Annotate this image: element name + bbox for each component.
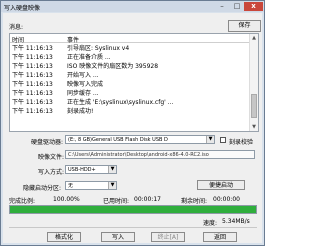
hidden-partition-select[interactable]: 无 ▼ [65, 181, 117, 190]
log-row: 下午 11:16:13 正在准备介质 ... [10, 52, 248, 61]
log-scrollbar[interactable]: ▲ ▼ [249, 34, 258, 131]
drive-select[interactable]: (E:, 8 GB)General USB Flash Disk USB D ▼ [65, 135, 215, 144]
speed-label: 速度: [203, 220, 218, 227]
chevron-down-icon: ▼ [206, 136, 214, 143]
progress-fill [10, 206, 256, 213]
log-time: 下午 11:16:13 [12, 72, 53, 79]
maximize-button[interactable]: □ [230, 2, 244, 11]
log-event: 正在生成 'E:\syslinux\syslinux.cfg' ... [67, 99, 174, 106]
log-row: 下午 11:16:13 刻录成功! [10, 106, 248, 115]
done-value: 100.00% [53, 196, 80, 203]
log-event: 引导扇区: Syslinux v4 [67, 45, 130, 52]
abort-button[interactable]: 终止[A] [151, 232, 185, 242]
remaining-value: 00:00:00 [213, 196, 240, 203]
write-method-value: USB-HDD+ [68, 167, 96, 173]
remaining-label: 剩余时间: [181, 198, 208, 205]
log-event: 刻录成功! [67, 108, 94, 115]
hidden-partition-label: 隐藏启动分区: [23, 185, 62, 192]
log-row: 下午 11:16:13 ISO 映像文件的扇区数为 395928 [10, 61, 248, 70]
log-row: 下午 11:16:13 引导扇区: Syslinux v4 [10, 43, 248, 52]
log-row: 下午 11:16:13 同步缓存 ... [10, 88, 248, 97]
image-file-field[interactable]: C:\Users\Administrator\Desktop\android-x… [65, 150, 255, 159]
log-row: 下午 11:16:13 正在生成 'E:\syslinux\syslinux.cf… [10, 97, 248, 106]
drive-select-value: (E:, 8 GB)General USB Flash Disk USB D [68, 137, 168, 143]
divider [9, 227, 257, 228]
log-row: 下午 11:16:13 映像写入完成 [10, 79, 248, 88]
back-button[interactable]: 返回 [203, 232, 237, 242]
scroll-thumb[interactable] [251, 94, 257, 118]
log-time: 下午 11:16:13 [12, 99, 53, 106]
write-button[interactable]: 写入 [101, 232, 135, 242]
verify-checkbox[interactable] [220, 137, 226, 143]
speed-value: 5.34MB/s [222, 218, 250, 225]
close-button[interactable]: x [244, 2, 263, 11]
log-time: 下午 11:16:13 [12, 90, 53, 97]
scroll-down-icon[interactable]: ▼ [250, 123, 258, 131]
scroll-up-icon[interactable]: ▲ [250, 34, 258, 42]
verify-label: 刻录校验 [229, 139, 254, 146]
done-label: 完成比例: [9, 198, 36, 205]
log-event: 同步缓存 ... [67, 90, 99, 97]
save-button[interactable]: 保存 [228, 20, 261, 32]
elapsed-label: 已用时间: [103, 198, 130, 205]
chevron-down-icon: ▼ [108, 182, 116, 189]
log-time: 下午 11:16:13 [12, 63, 53, 70]
minimize-button[interactable]: – [215, 2, 229, 11]
quick-boot-button[interactable]: 便捷启动 [197, 180, 245, 190]
hidden-partition-value: 无 [68, 183, 74, 189]
window-title: 写入硬盘映像 [4, 5, 41, 12]
log-time: 下午 11:16:13 [12, 108, 53, 115]
dialog-body: 消息: 保存 时间 事件 下午 11:16:13 引导扇区: Syslinux v… [3, 13, 262, 243]
log-event: ISO 映像文件的扇区数为 395928 [67, 63, 159, 70]
log-event: 正在准备介质 ... [67, 54, 111, 61]
write-disk-image-window: 写入硬盘映像 – □ x 消息: 保存 时间 事件 下午 11:16:13 引导扇… [0, 0, 265, 246]
messages-label: 消息: [9, 24, 24, 31]
write-method-label: 写入方式: [38, 169, 65, 176]
title-bar[interactable]: 写入硬盘映像 – □ x [1, 1, 264, 12]
log-time: 下午 11:16:13 [12, 81, 53, 88]
progress-bar [9, 205, 257, 214]
drive-label: 硬盘驱动器: [31, 139, 64, 146]
log-event: 开始写入 ... [67, 72, 99, 79]
image-file-label: 映像文件: [38, 154, 65, 161]
format-button[interactable]: 格式化 [47, 232, 81, 242]
log-header: 时间 事件 [10, 34, 258, 44]
chevron-down-icon: ▼ [108, 166, 116, 173]
log-row: 下午 11:16:13 开始写入 ... [10, 70, 248, 79]
log-time: 下午 11:16:13 [12, 54, 53, 61]
message-log[interactable]: 时间 事件 下午 11:16:13 引导扇区: Syslinux v4 下午 11… [9, 33, 259, 132]
elapsed-value: 00:00:17 [134, 196, 161, 203]
log-event: 映像写入完成 [67, 81, 104, 88]
log-time: 下午 11:16:13 [12, 45, 53, 52]
write-method-select[interactable]: USB-HDD+ ▼ [65, 165, 117, 174]
